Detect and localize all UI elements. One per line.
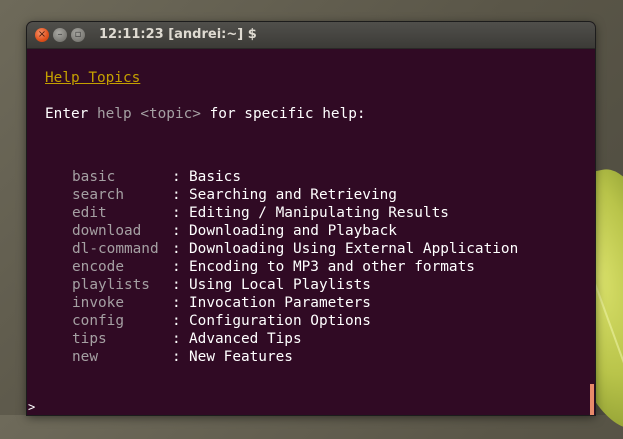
topic-name: search [72, 187, 124, 203]
topic-description: Advanced Tips [189, 331, 302, 347]
topic-separator: : [172, 187, 181, 203]
topic-description: Encoding to MP3 and other formats [189, 259, 475, 275]
topic-separator: : [172, 295, 181, 311]
topic-description: Downloading Using External Application [189, 241, 519, 257]
topic-separator: : [172, 169, 181, 185]
topic-name: playlists [72, 277, 150, 293]
topic-name: tips [72, 331, 107, 347]
topic-separator: : [172, 205, 181, 221]
topic-name: config [72, 313, 124, 329]
topic-description: Invocation Parameters [189, 295, 371, 311]
maximize-icon[interactable]: ▫ [71, 28, 85, 42]
topic-separator: : [172, 277, 181, 293]
topic-description: New Features [189, 349, 293, 365]
topic-separator: : [172, 313, 181, 329]
window-title: 12:11:23 [andrei:~] $ [99, 27, 257, 42]
topic-description: Downloading and Playback [189, 223, 397, 239]
topic-separator: : [172, 223, 181, 239]
topic-description: Using Local Playlists [189, 277, 371, 293]
topic-separator: : [172, 259, 181, 275]
help-intro: Enter help <topic> for specific help: [45, 105, 366, 123]
command-prompt[interactable]: > [28, 398, 35, 415]
terminal-window: × – ▫ 12:11:23 [andrei:~] $ Help Topics … [27, 22, 595, 415]
topic-separator: : [172, 349, 181, 365]
topic-name: dl-command [72, 241, 159, 257]
topic-name: new [72, 349, 98, 365]
topic-name: encode [72, 259, 124, 275]
terminal-output[interactable]: Help Topics Enter help <topic> for speci… [27, 49, 595, 415]
topic-name: edit [72, 205, 107, 221]
topic-description: Configuration Options [189, 313, 371, 329]
topic-description: Searching and Retrieving [189, 187, 397, 203]
intro-argument: <topic> [140, 106, 201, 122]
intro-suffix: for specific help: [200, 106, 366, 122]
topic-description: Basics [189, 169, 241, 185]
topic-separator: : [172, 331, 181, 347]
help-heading: Help Topics [45, 70, 141, 86]
topic-separator: : [172, 241, 181, 257]
topic-name: download [72, 223, 142, 239]
title-bar[interactable]: × – ▫ 12:11:23 [andrei:~] $ [27, 22, 595, 49]
intro-prefix: Enter [45, 106, 97, 122]
close-icon[interactable]: × [35, 28, 49, 42]
minimize-icon[interactable]: – [53, 28, 67, 42]
topic-name: basic [72, 169, 116, 185]
topic-name: invoke [72, 295, 124, 311]
scrollbar-indicator[interactable] [590, 384, 594, 415]
topic-description: Editing / Manipulating Results [189, 205, 449, 221]
intro-command: help [96, 106, 141, 122]
